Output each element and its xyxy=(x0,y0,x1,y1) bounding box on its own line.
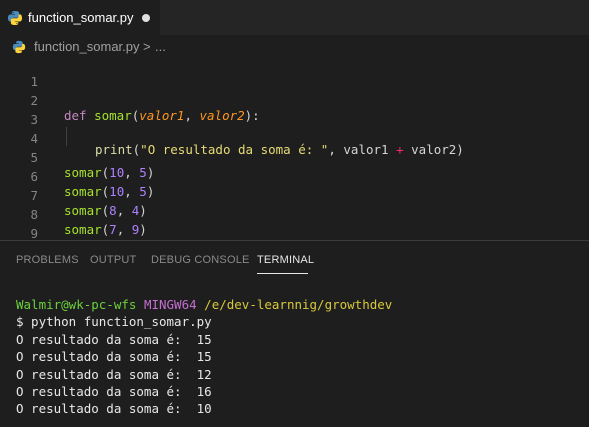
code-line: 2 def somar(valor1, valor2): xyxy=(0,78,589,123)
tab-title: function_somar.py xyxy=(28,10,134,25)
python-file-icon xyxy=(8,11,22,25)
terminal-user-host: Walmir@wk-pc-wfs xyxy=(16,297,137,312)
code-line: 10 xyxy=(0,230,589,240)
code-editor[interactable]: 1 2 def somar(valor1, valor2): 3 print("… xyxy=(0,59,589,240)
terminal-cwd: /e/dev-learnnig/growthdev xyxy=(204,297,393,312)
tab-debug-console[interactable]: DEBUG CONSOLE xyxy=(151,254,250,266)
code-line: 1 xyxy=(0,59,589,89)
code-line: 6 somar(10, 5) xyxy=(0,154,589,199)
breadcrumb-file[interactable]: function_somar.py xyxy=(34,39,140,54)
tab-terminal[interactable]: TERMINAL xyxy=(257,254,314,266)
terminal-output-line: O resultado da soma é: 16 xyxy=(16,383,212,399)
tab-output[interactable]: OUTPUT xyxy=(90,254,136,266)
code-line: 4 xyxy=(0,116,589,146)
python-file-icon xyxy=(12,40,26,54)
terminal-prompt: Walmir@wk-pc-wfs MINGW64 /e/dev-learnnig… xyxy=(16,297,586,314)
terminal-output-line: O resultado da soma é: 12 xyxy=(16,366,212,382)
code-line: 8 somar(7, 9) xyxy=(0,192,589,237)
active-tab-indicator xyxy=(257,273,308,274)
bottom-panel: PROBLEMS OUTPUT DEBUG CONSOLE TERMINAL W… xyxy=(0,240,589,427)
terminal-output-line: O resultado da soma é: 15 xyxy=(16,349,212,365)
unsaved-dot-icon[interactable] xyxy=(142,14,150,22)
terminal[interactable]: Walmir@wk-pc-wfs MINGW64 /e/dev-learnnig… xyxy=(16,297,586,419)
code-line: 3 print("O resultado da soma é: ", valor… xyxy=(0,97,589,157)
tab-bar: function_somar.py xyxy=(0,0,589,35)
code-line: 7 somar(8, 4) xyxy=(0,173,589,218)
terminal-output-line: O resultado da soma é: 15 xyxy=(16,331,212,347)
editor-tab-function-somar[interactable]: function_somar.py xyxy=(0,0,161,35)
terminal-env: MINGW64 xyxy=(143,297,197,312)
terminal-output-line: O resultado da soma é: 10 xyxy=(16,401,212,417)
breadcrumb-separator-icon: > xyxy=(143,39,151,54)
breadcrumb: function_somar.py > ... xyxy=(0,35,589,59)
tab-problems[interactable]: PROBLEMS xyxy=(16,254,79,266)
code-line: 9 somar(5, 5) xyxy=(0,211,589,240)
breadcrumb-more[interactable]: ... xyxy=(155,39,166,54)
terminal-command: $ python function_somar.py xyxy=(16,314,212,330)
code-line: 5 somar(10, 5) xyxy=(0,135,589,180)
